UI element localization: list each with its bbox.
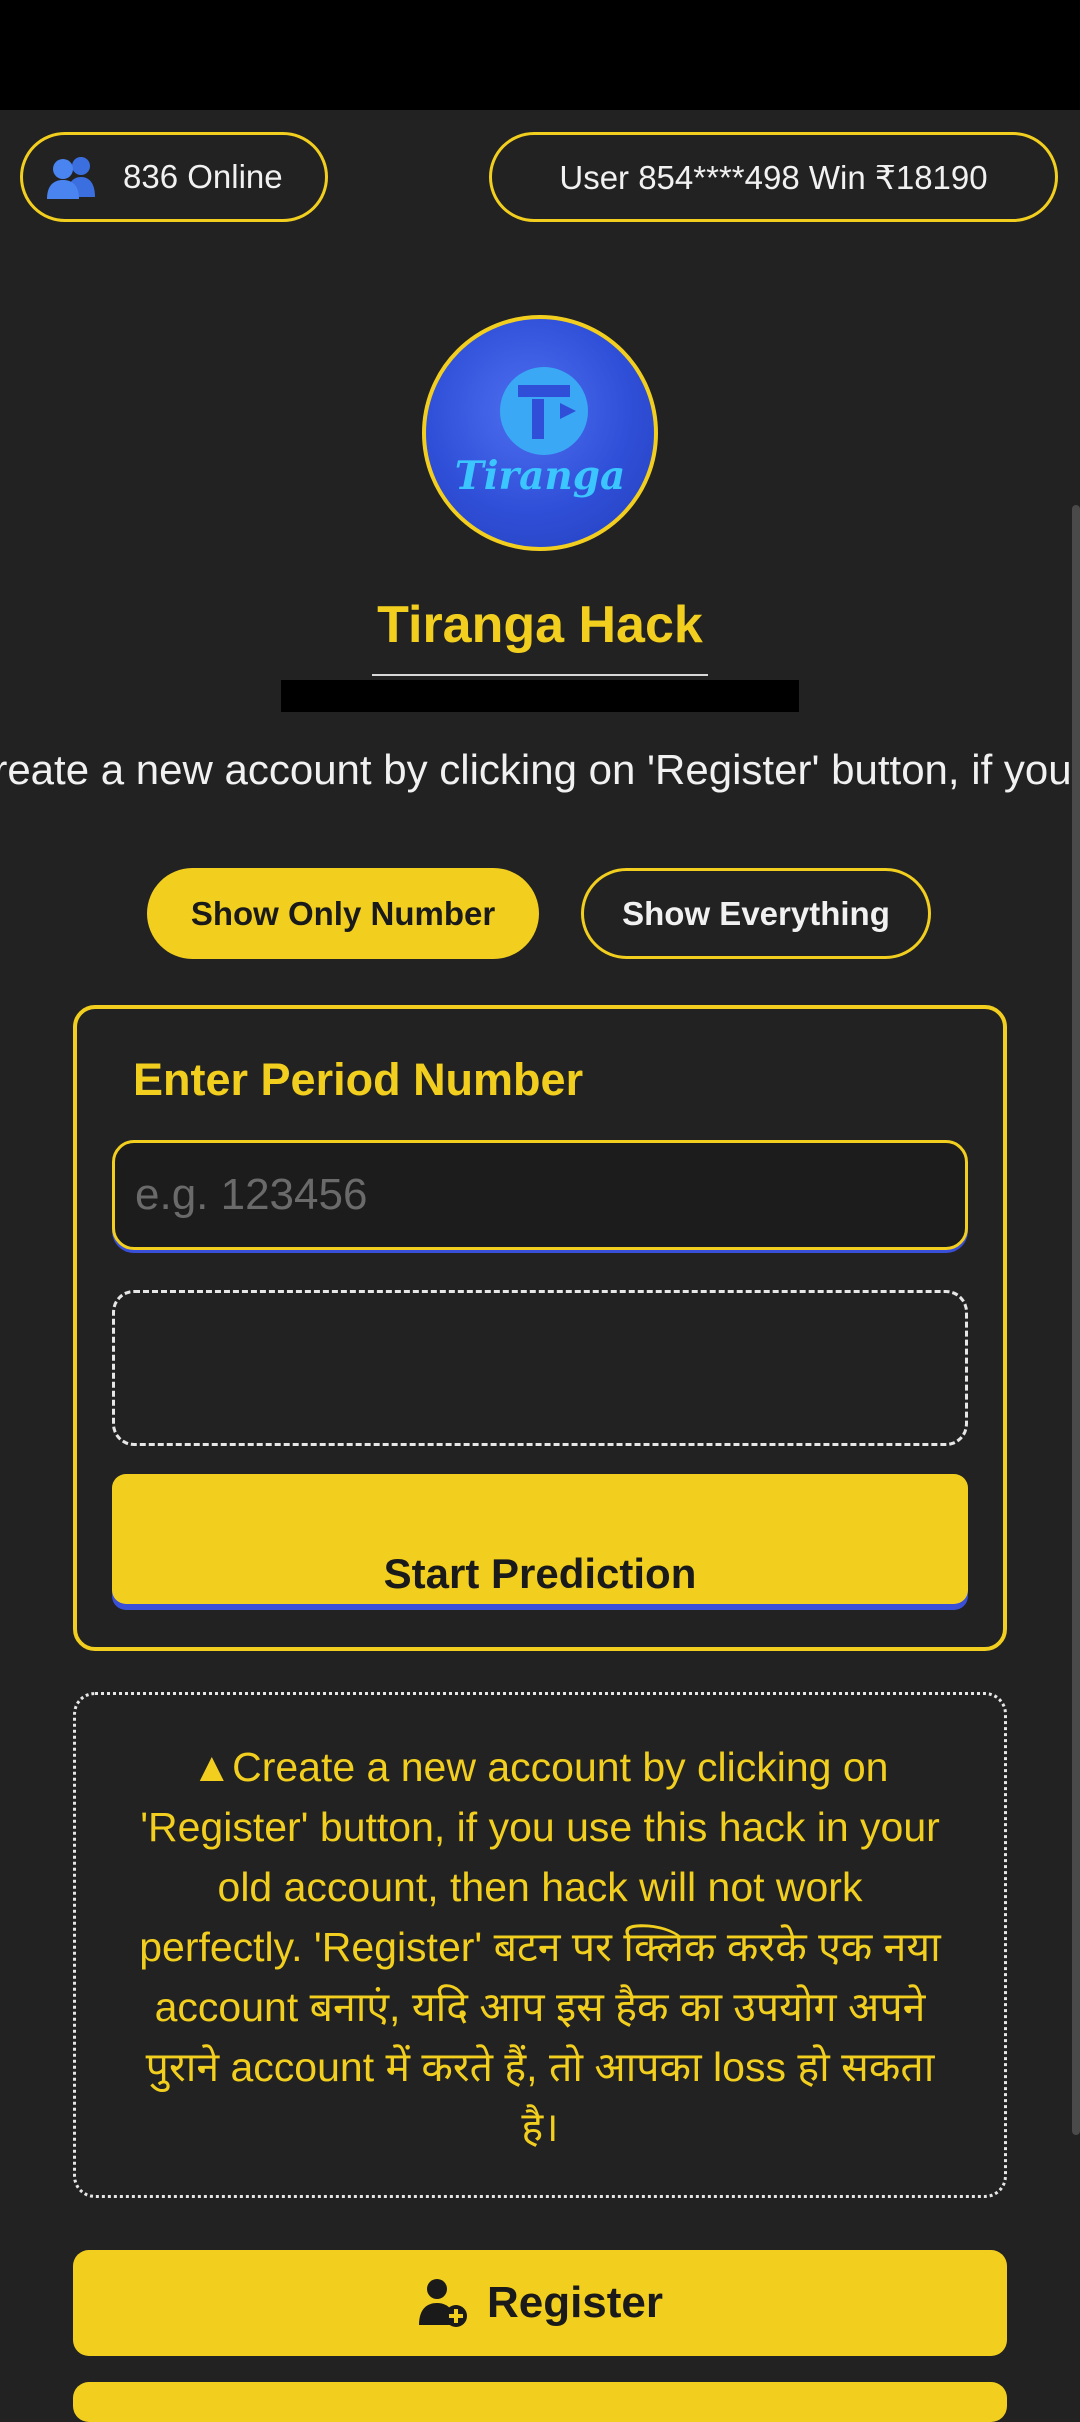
prediction-result-box — [112, 1290, 968, 1446]
add-user-icon — [418, 2279, 467, 2327]
title-divider — [372, 674, 708, 676]
logo-emblem-icon — [500, 367, 588, 455]
warning-icon: ▲ — [191, 1744, 233, 1790]
period-number-input[interactable] — [112, 1140, 968, 1250]
scrolling-notice-text: Create a new account by clicking on 'Reg… — [0, 746, 1080, 793]
users-icon — [47, 157, 95, 199]
register-button-label: Register — [486, 2278, 664, 2327]
redacted-block — [281, 680, 799, 712]
next-button-partial[interactable] — [73, 2382, 1007, 2422]
app-logo: Tiranga — [422, 315, 658, 551]
warning-notice-text: Create a new account by clicking on 'Reg… — [139, 1744, 941, 2150]
page-title: Tiranga Hack — [377, 596, 703, 654]
period-number-label: Enter Period Number — [133, 1054, 584, 1105]
register-button[interactable]: Register — [73, 2250, 1007, 2356]
recent-winner-badge: User 854****498 Win ₹18190 — [489, 132, 1058, 222]
scrollbar[interactable] — [1072, 505, 1080, 2135]
show-only-number-button[interactable]: Show Only Number — [147, 868, 539, 959]
online-count-text: 836 Online — [123, 158, 283, 195]
online-count-badge: 836 Online — [20, 132, 328, 222]
warning-notice: ▲Create a new account by clicking on 'Re… — [73, 1692, 1007, 2198]
show-everything-button[interactable]: Show Everything — [581, 868, 931, 959]
start-prediction-button[interactable]: Start Prediction — [112, 1474, 968, 1604]
scrolling-notice: Create a new account by clicking on 'Reg… — [0, 740, 1080, 800]
status-bar — [0, 0, 1080, 110]
recent-winner-text: User 854****498 Win ₹18190 — [559, 158, 988, 196]
logo-wordmark: Tiranga — [454, 453, 626, 499]
